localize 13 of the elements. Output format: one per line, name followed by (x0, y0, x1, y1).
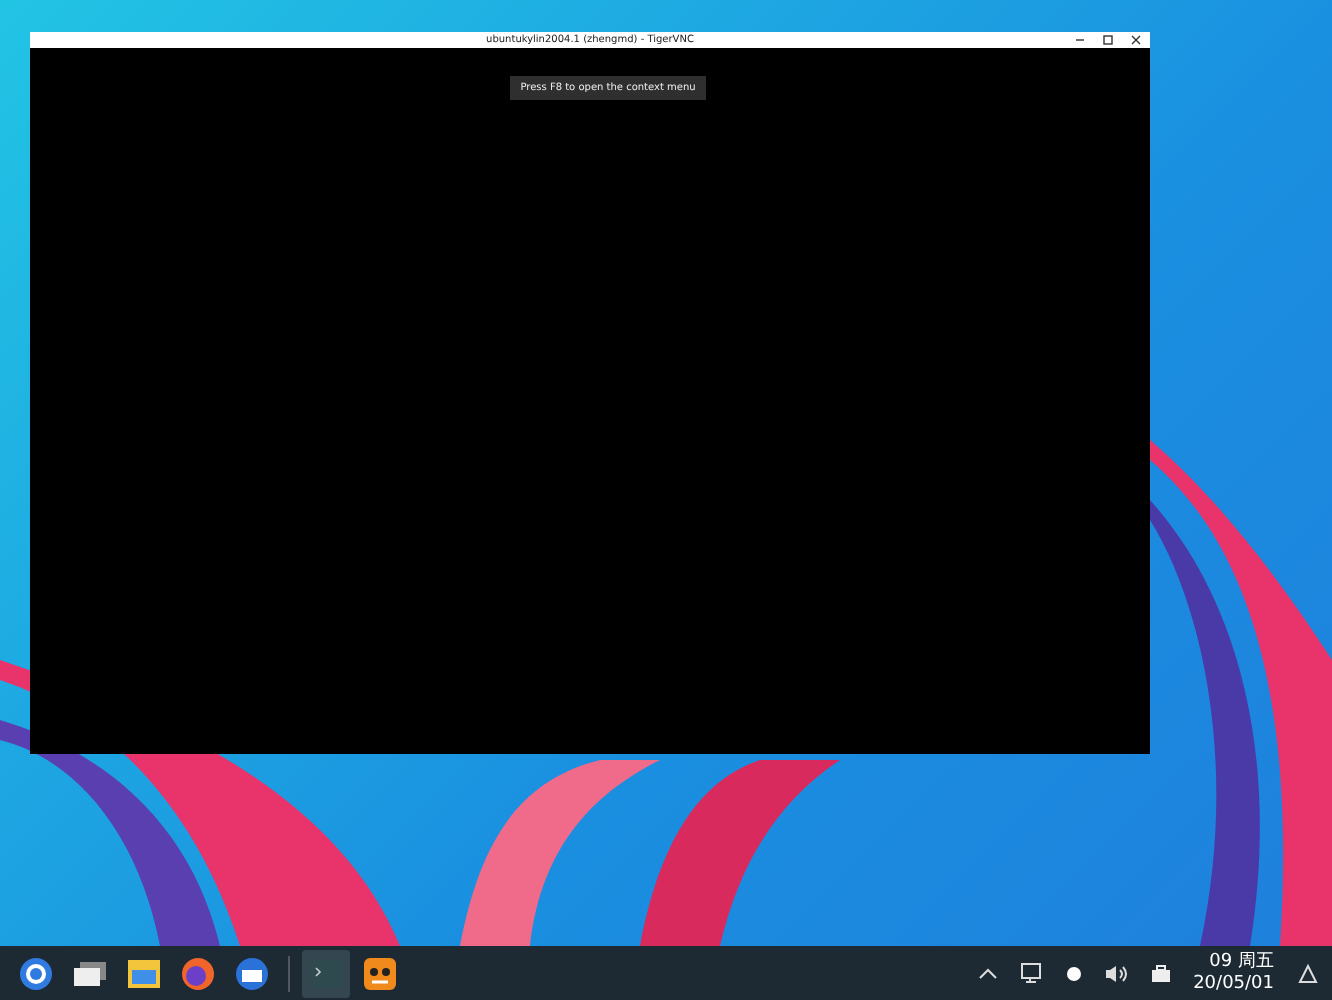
folder-icon[interactable] (126, 957, 162, 989)
clock-date: 20/05/01 (1193, 973, 1274, 995)
dot-icon[interactable] (1065, 965, 1082, 981)
maximize-icon[interactable] (1102, 34, 1114, 46)
notification-icon[interactable] (1296, 961, 1320, 985)
caret-up-icon[interactable] (977, 965, 998, 981)
minimize-icon[interactable] (1074, 34, 1086, 46)
network-icon[interactable] (1019, 962, 1044, 984)
volume-icon[interactable] (1103, 963, 1128, 983)
close-icon[interactable] (1130, 34, 1142, 46)
briefcase-icon[interactable] (1149, 963, 1172, 983)
windows-icon[interactable] (72, 959, 108, 987)
clock-time: 09 周五 (1209, 951, 1274, 973)
